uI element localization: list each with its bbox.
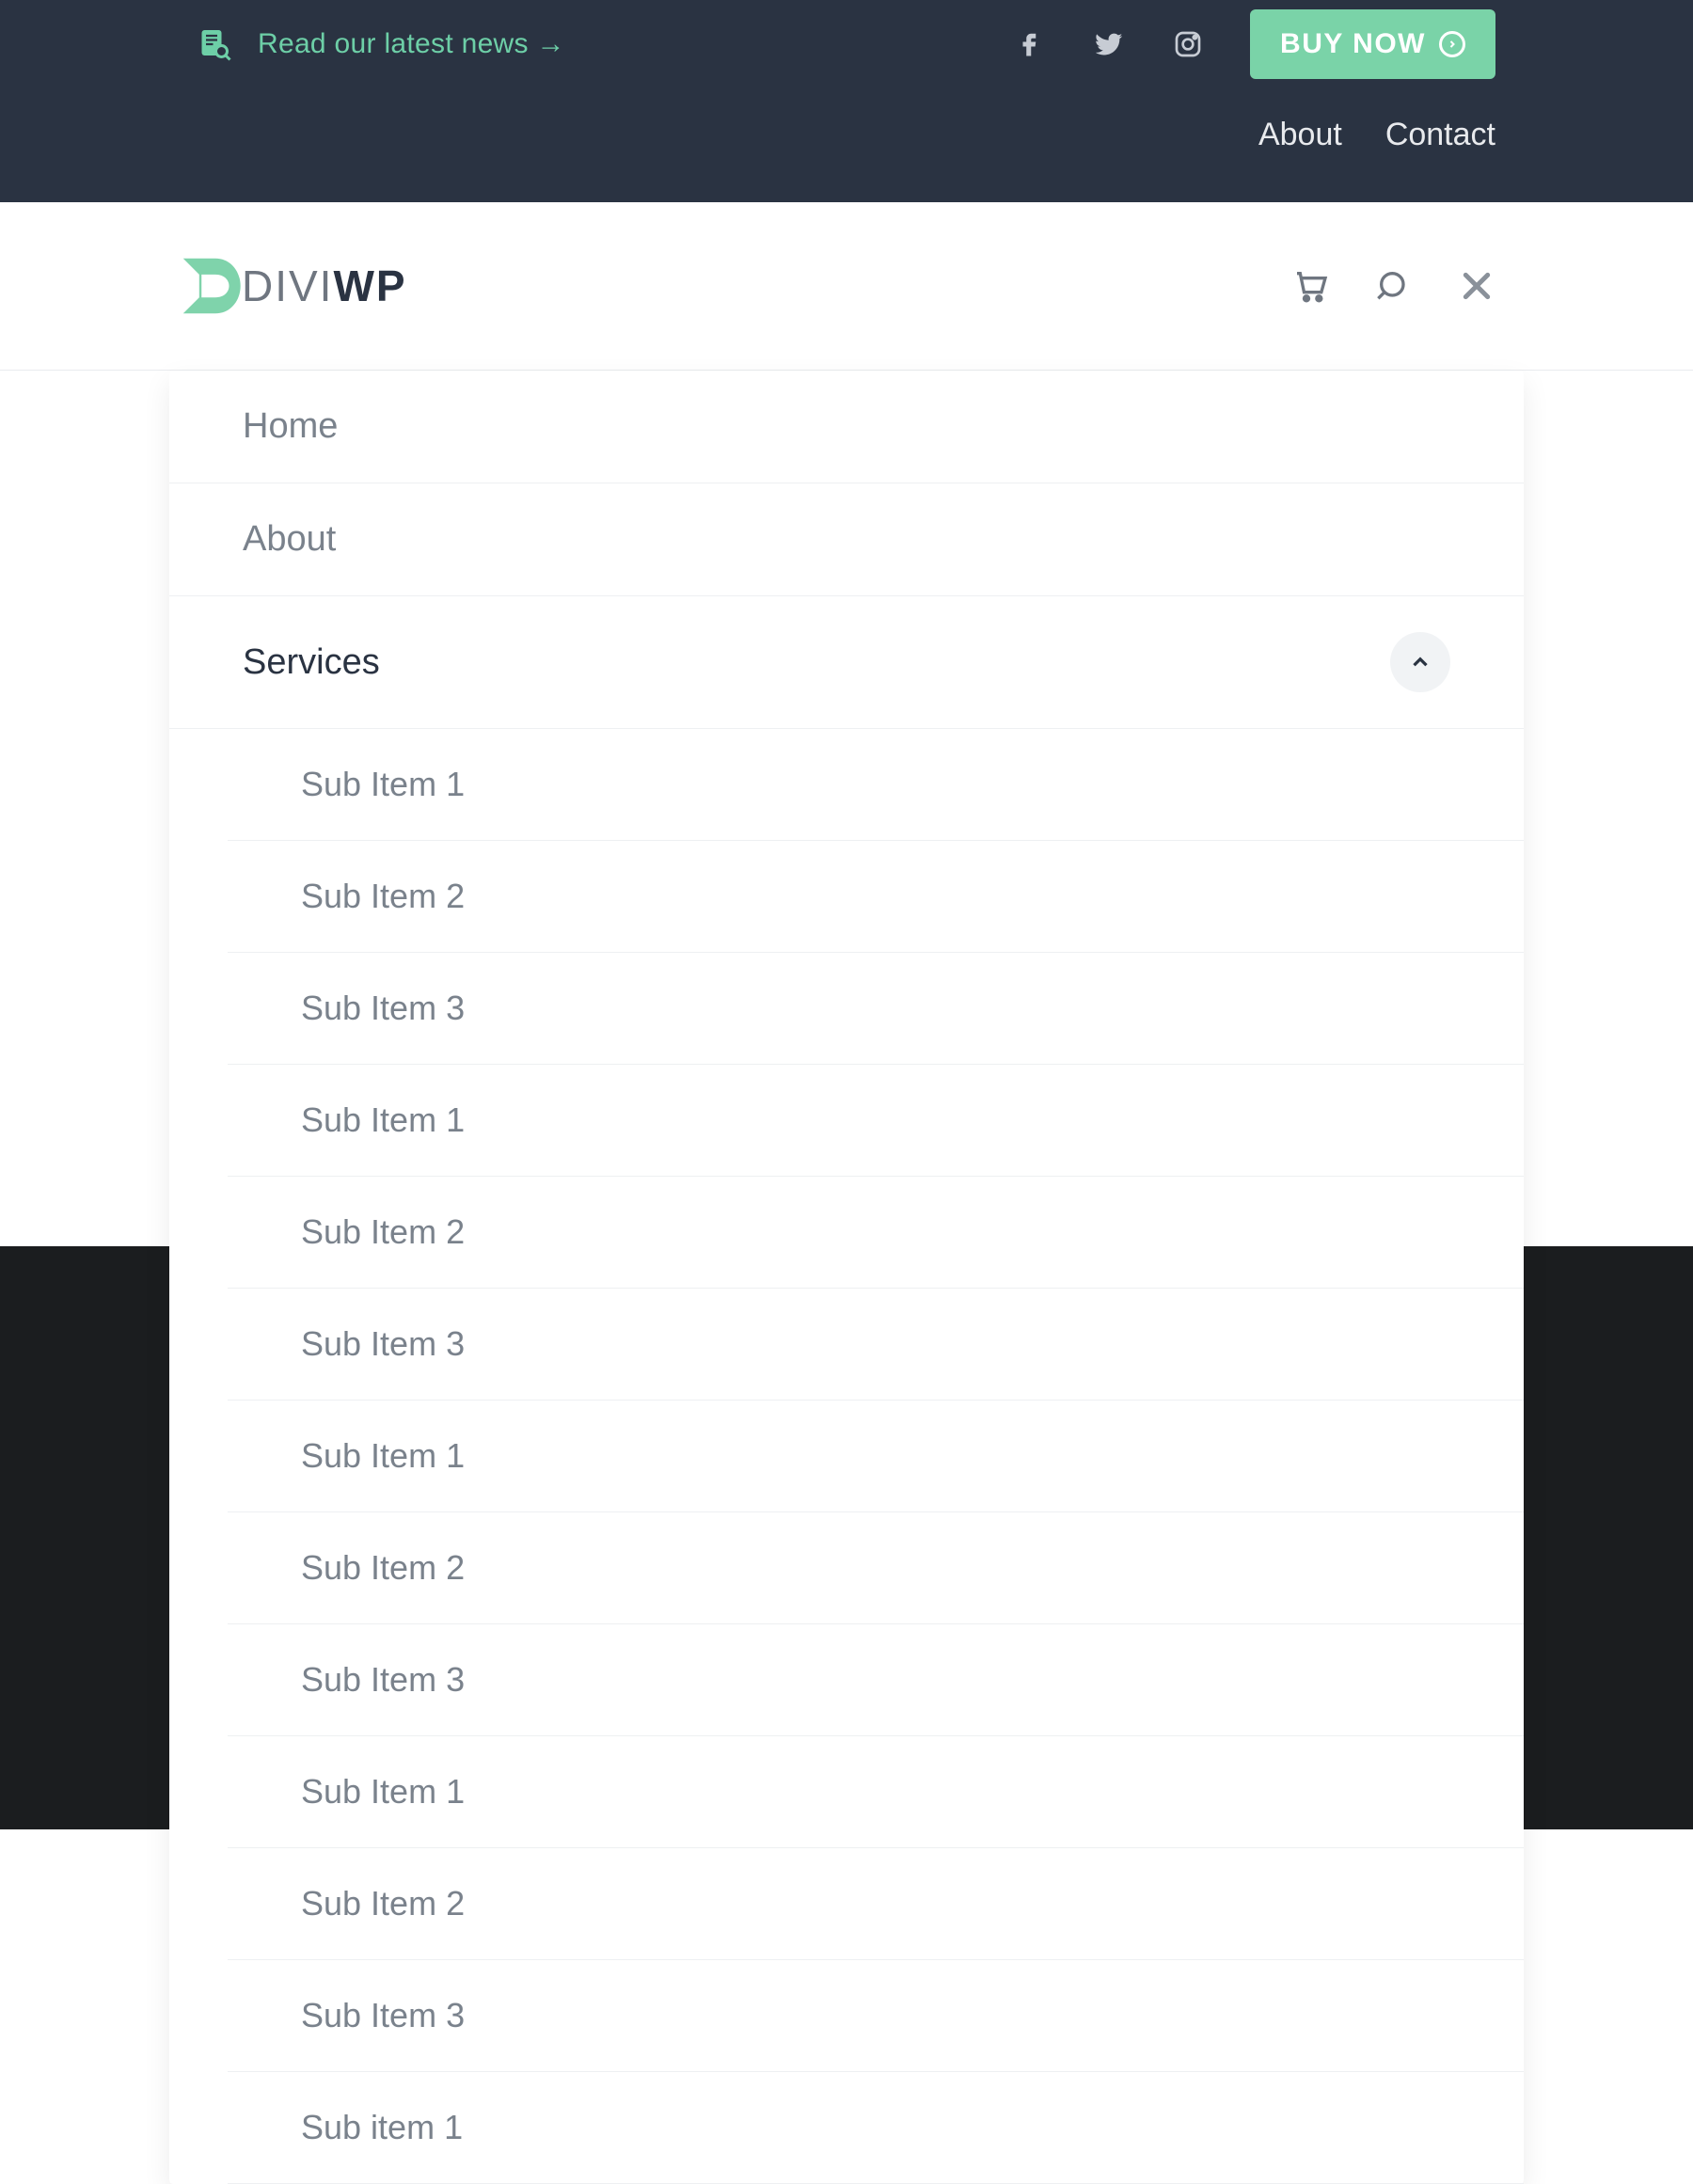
mobile-menu-panel: Home About Services Sub Item 1 Sub Item …	[169, 371, 1524, 2184]
submenu-item[interactable]: Sub Item 1	[228, 1401, 1524, 1512]
submenu-item[interactable]: Sub Item 1	[228, 729, 1524, 841]
buy-now-button[interactable]: BUY NOW	[1250, 9, 1495, 79]
submenu-item[interactable]: Sub Item 1	[228, 1736, 1524, 1848]
close-menu-icon[interactable]	[1458, 267, 1495, 305]
menu-item-about[interactable]: About	[169, 483, 1524, 596]
submenu-item[interactable]: Sub Item 2	[228, 1848, 1524, 1960]
submenu-item[interactable]: Sub Item 2	[228, 1177, 1524, 1289]
submenu-item[interactable]: Sub Item 3	[228, 1624, 1524, 1736]
twitter-icon[interactable]	[1092, 27, 1126, 61]
buy-now-label: BUY NOW	[1280, 28, 1426, 60]
topnav-contact[interactable]: Contact	[1385, 117, 1495, 153]
submenu-item[interactable]: Sub Item 2	[228, 1512, 1524, 1624]
instagram-icon[interactable]	[1171, 27, 1205, 61]
submenu-item[interactable]: Sub Item 1	[228, 1065, 1524, 1177]
menu-item-label: Services	[243, 642, 380, 683]
cart-icon[interactable]	[1292, 267, 1330, 305]
submenu-item[interactable]: Sub item 1	[228, 2072, 1524, 2184]
logo-text: DIVIWP	[242, 261, 407, 311]
submenu-services: Sub Item 1 Sub Item 2 Sub Item 3 Sub Ite…	[169, 729, 1524, 2184]
submenu-item[interactable]: Sub Item 3	[228, 953, 1524, 1065]
logo-mark-icon	[174, 249, 247, 323]
topnav-about[interactable]: About	[1258, 117, 1342, 153]
news-icon	[198, 27, 231, 61]
submenu-item[interactable]: Sub Item 3	[228, 1960, 1524, 2072]
site-header: DIVIWP	[0, 202, 1693, 371]
menu-item-home[interactable]: Home	[169, 371, 1524, 483]
submenu-item[interactable]: Sub Item 2	[228, 841, 1524, 953]
news-link[interactable]: Read our latest news →	[258, 28, 565, 60]
menu-item-services[interactable]: Services	[169, 596, 1524, 729]
search-icon[interactable]	[1375, 267, 1413, 305]
chevron-up-icon[interactable]	[1390, 632, 1450, 692]
site-logo[interactable]: DIVIWP	[174, 249, 407, 323]
chevron-right-circle-icon	[1439, 31, 1465, 57]
facebook-icon[interactable]	[1013, 27, 1047, 61]
submenu-item[interactable]: Sub Item 3	[228, 1289, 1524, 1401]
top-bar: Read our latest news → BUY NOW	[0, 0, 1693, 202]
